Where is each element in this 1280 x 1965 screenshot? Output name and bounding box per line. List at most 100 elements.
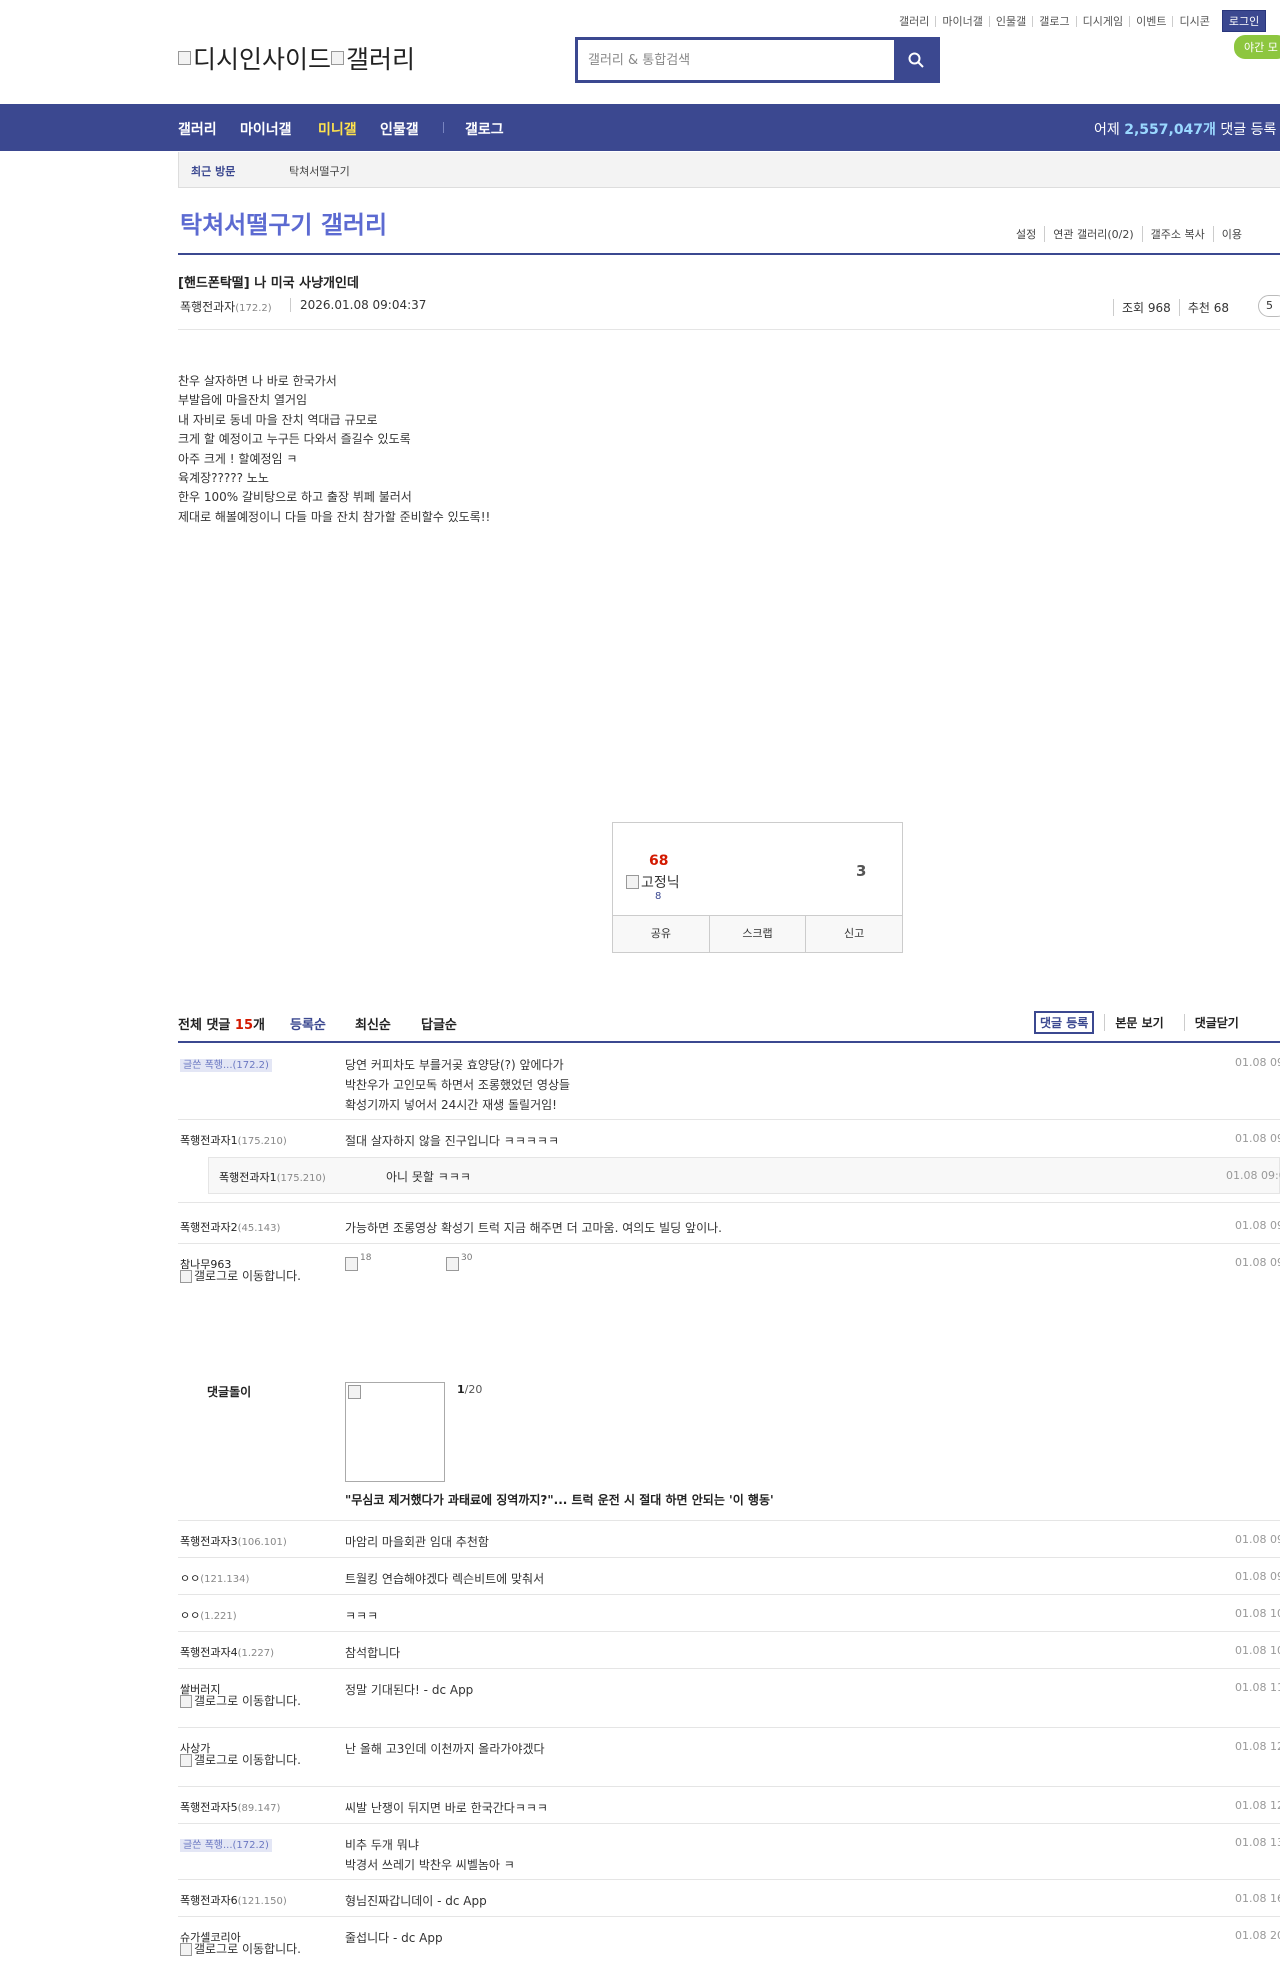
site-logo[interactable]: 디시인사이드 갤러리 — [178, 40, 415, 76]
nav-item-person[interactable]: 인물갤 — [380, 119, 419, 139]
recent-visits-bar: 최근 방문 탁쳐서떨구기 — [178, 152, 1280, 188]
top-link-event[interactable]: 이벤트 — [1130, 15, 1174, 27]
scrap-button[interactable]: 스크랩 — [708, 916, 806, 952]
comment-date: 01.08 20 — [1235, 1929, 1280, 1942]
search-button[interactable] — [894, 40, 937, 80]
comment-nick-text: 폭행전과자6 — [180, 1894, 238, 1907]
comment-row: 사상가 갤로그로 이동합니다. 난 올해 고3인데 이천까지 올라가야겠다 01… — [178, 1729, 1280, 1787]
gallog-link[interactable]: 갤로그로 이동합니다. — [180, 1270, 305, 1283]
comment-stats: 어제 2,557,047개 댓글 등록 — [1094, 119, 1276, 139]
comment-nick[interactable]: ㅇㅇ(121.134) — [180, 1570, 249, 1586]
comment-line: 박경서 쓰레기 박찬우 씨벨놈아 ㅋ — [345, 1858, 515, 1872]
comment-write-button[interactable]: 댓글 등록 — [1034, 1011, 1095, 1034]
sort-replies[interactable]: 답글순 — [421, 1014, 457, 1033]
post-comment-count-button[interactable]: 5 — [1258, 295, 1280, 317]
comment-row: 폭행전과자6(121.150) 형님진짜갑니데이 - dc App 01.08 … — [178, 1881, 1280, 1917]
fixed-nick-upvote-count: 8 — [655, 891, 662, 902]
recent-visit-item[interactable]: 탁쳐서떨구기 — [289, 163, 350, 179]
top-link-dcgame[interactable]: 디시게임 — [1077, 15, 1131, 27]
nav-item-minor[interactable]: 마이너갤 — [240, 119, 292, 139]
related-galleries-link[interactable]: 연관 갤러리(0/2) — [1044, 226, 1141, 242]
sort-latest[interactable]: 최신순 — [355, 1014, 391, 1033]
nav-item-gallog[interactable]: 갤로그 — [465, 119, 504, 139]
comment-date: 01.08 09 — [1235, 1570, 1280, 1583]
comment-text: 당연 커피차도 부를거곶 효양당(?) 앞에다가 박찬우가 고인모독 하면서 조… — [345, 1055, 570, 1115]
post-author-nick: 폭행전과자 — [180, 300, 236, 314]
comment-nick[interactable]: 폭행전과자3(106.101) — [180, 1533, 287, 1549]
comment-date: 01.08 12 — [1235, 1740, 1280, 1753]
comment-ip: (89.147) — [237, 1803, 281, 1814]
comment-row: ㅇㅇ(121.134) 트월킹 연습해야겠다 렉슨비트에 맞춰서 01.08 0… — [178, 1559, 1280, 1595]
top-link-gallog[interactable]: 갤로그 — [1033, 15, 1077, 27]
report-button[interactable]: 신고 — [805, 916, 902, 952]
comment-nick[interactable]: 폭행전과자4(1.227) — [180, 1644, 274, 1660]
upvote-button[interactable]: 고정닉 — [626, 872, 680, 892]
comment-nick[interactable]: 글쓴 폭행...(172.2) — [180, 1836, 272, 1852]
post-meta: 조회 968 추천 68 — [1113, 299, 1237, 316]
share-button[interactable]: 공유 — [613, 916, 709, 952]
gallog-link[interactable]: 갤로그로 이동합니다. — [180, 1943, 305, 1956]
comment-text: 난 올해 고3인데 이천까지 올라가야겠다 — [345, 1742, 545, 1756]
downvote-count: 3 — [856, 862, 867, 880]
logo-text-gallery: 갤러리 — [346, 45, 416, 74]
nav-item-mini[interactable]: 미니갤 — [318, 119, 357, 139]
ad-title[interactable]: "무심코 제거했다가 과태료에 징역까지?"... 트럭 운전 시 절대 하면 … — [345, 1491, 774, 1508]
comment-text: 참석합니다 — [345, 1646, 401, 1660]
post-body-line: 크게 할 예정이고 누구든 다와서 즐길수 있도록 — [178, 432, 411, 447]
ad-image[interactable] — [345, 1382, 445, 1482]
login-button[interactable]: 로그인 — [1221, 10, 1267, 32]
comment-text: 절대 살자하지 않을 진구입니다 ㅋㅋㅋㅋㅋ — [345, 1134, 559, 1148]
gallery-settings-link[interactable]: 설정 — [1008, 226, 1044, 242]
reply-box: 폭행전과자1(175.210) 아니 못할 ㅋㅋㅋ 01.08 09:0 — [208, 1157, 1280, 1194]
post-body-line: 내 자비로 동네 마을 잔치 역대급 규모로 — [178, 412, 378, 427]
comment-row: 슈가셀코리아 갤로그로 이동합니다. 줄섭니다 - dc App 01.08 2… — [178, 1918, 1280, 1965]
post-title: [핸드폰탁떨] 나 미국 사냥개인데 — [178, 276, 359, 291]
comment-date: 01.08 09 — [1235, 1256, 1280, 1269]
top-link-minor[interactable]: 마이너갤 — [936, 15, 990, 27]
nav-item-gallery[interactable]: 갤러리 — [178, 119, 217, 139]
gallog-link[interactable]: 갤로그로 이동합니다. — [180, 1754, 305, 1767]
dccon-image: 18 — [345, 1253, 371, 1271]
comment-total-suffix: 개 — [253, 1018, 265, 1033]
comment-nick[interactable]: ㅇㅇ(1.221) — [180, 1607, 237, 1623]
comment-text: 가능하면 조롱영상 확성기 트럭 지금 해주면 더 고마움. 여의도 빌딩 앞이… — [345, 1221, 722, 1235]
comment-nick-text: ㅇㅇ — [180, 1572, 201, 1585]
gallery-title[interactable]: 탁쳐서떨구기 갤러리 — [180, 205, 387, 240]
comment-line: 당연 커피차도 부를거곶 효양당(?) 앞에다가 — [345, 1058, 564, 1072]
comment-row: 폭행전과자4(1.227) 참석합니다 01.08 10 — [178, 1633, 1280, 1669]
comment-text: 마암리 마을회관 임대 추천함 — [345, 1535, 489, 1549]
logo-text-dcinside: 디시인사이드 — [193, 45, 332, 74]
top-link-gallery[interactable]: 갤러리 — [893, 15, 937, 27]
comment-total-prefix: 전체 댓글 — [178, 1018, 235, 1033]
stats-suffix: 댓글 등록 — [1215, 122, 1277, 138]
comment-nick-text: 폭행전과자2 — [180, 1221, 238, 1234]
comment-nick-text: 폭행전과자1 — [180, 1134, 238, 1147]
broken-image-icon — [626, 875, 639, 889]
comment-nick[interactable]: 폭행전과자6(121.150) — [180, 1892, 287, 1908]
comment-nick[interactable]: 폭행전과자2(45.143) — [180, 1219, 280, 1235]
comment-nick[interactable]: 글쓴 폭행...(172.2) — [180, 1056, 272, 1072]
night-mode-toggle[interactable]: 야간 모 — [1234, 35, 1280, 59]
post-date: 2026.01.08 09:04:37 — [290, 298, 426, 312]
comment-nick[interactable]: 폭행전과자5(89.147) — [180, 1799, 280, 1815]
top-link-person[interactable]: 인물갤 — [990, 15, 1034, 27]
post-author[interactable]: 폭행전과자(172.2) — [180, 298, 272, 315]
gallery-usage-link[interactable]: 이용 — [1212, 226, 1250, 242]
ad-label: 댓글돌이 — [207, 1385, 252, 1399]
close-comments-button[interactable]: 댓글닫기 — [1183, 1014, 1249, 1031]
comment-date: 01.08 11 — [1235, 1681, 1280, 1694]
post-header-divider — [178, 329, 1280, 330]
view-post-button[interactable]: 본문 보기 — [1104, 1014, 1173, 1031]
comment-text: 비추 두개 뭐냐 박경서 쓰레기 박찬우 씨벨놈아 ㅋ — [345, 1835, 515, 1875]
top-link-dccon[interactable]: 디시콘 — [1173, 16, 1215, 27]
upvote-image-alt: 고정닉 — [641, 875, 680, 891]
gallog-link[interactable]: 갤로그로 이동합니다. — [180, 1695, 305, 1708]
comment-nick[interactable]: 폭행전과자1(175.210) — [180, 1132, 287, 1148]
comment-row: 폭행전과자3(106.101) 마암리 마을회관 임대 추천함 01.08 09 — [178, 1522, 1280, 1558]
comment-date: 01.08 16 — [1235, 1892, 1280, 1905]
copy-gallery-url-link[interactable]: 갤주소 복사 — [1141, 226, 1213, 242]
search-input[interactable] — [578, 40, 894, 80]
reply-nick[interactable]: 폭행전과자1(175.210) — [219, 1169, 326, 1185]
sort-registered[interactable]: 등록순 — [290, 1014, 326, 1033]
comment-date: 01.08 12 — [1235, 1799, 1280, 1812]
